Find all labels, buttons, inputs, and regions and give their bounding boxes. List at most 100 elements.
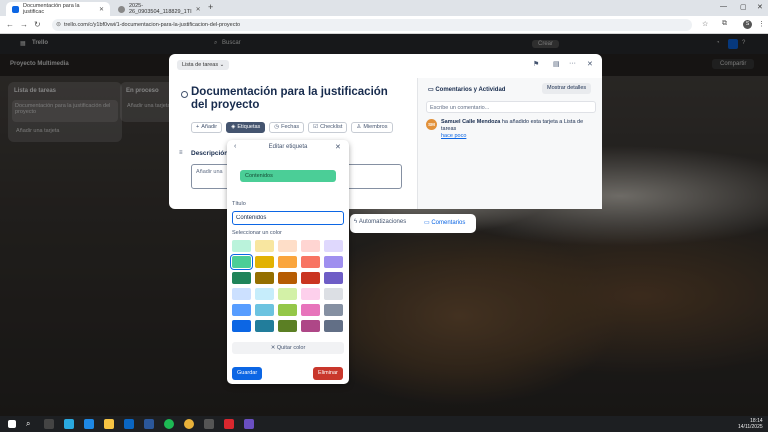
app-icon[interactable] bbox=[244, 419, 254, 429]
comments-button[interactable]: ▭ Comentarios bbox=[424, 219, 465, 226]
reload-icon[interactable]: ↻ bbox=[34, 20, 41, 29]
avatar[interactable]: SM bbox=[426, 119, 437, 130]
color-swatch[interactable] bbox=[255, 256, 274, 268]
add-button[interactable]: + Añadir bbox=[191, 122, 223, 133]
activity-timestamp[interactable]: hace poco bbox=[441, 133, 466, 139]
tag-icon: ◈ bbox=[231, 124, 236, 130]
activity-title: Comentarios y Actividad bbox=[435, 87, 506, 93]
labels-label: Etiquetas bbox=[237, 124, 261, 130]
color-swatch[interactable] bbox=[232, 240, 251, 252]
color-swatch[interactable] bbox=[301, 320, 320, 332]
color-swatch[interactable] bbox=[278, 256, 297, 268]
close-icon[interactable]: ✕ bbox=[335, 143, 341, 151]
color-swatch[interactable] bbox=[255, 272, 274, 284]
color-swatch[interactable] bbox=[255, 320, 274, 332]
site-info-icon[interactable]: ⊜ bbox=[56, 19, 61, 31]
archive-icon[interactable]: ▤ bbox=[553, 60, 560, 68]
color-swatch[interactable] bbox=[301, 256, 320, 268]
start-icon[interactable] bbox=[8, 420, 16, 428]
new-tab-icon[interactable]: + bbox=[208, 2, 213, 12]
color-swatch[interactable] bbox=[278, 272, 297, 284]
browser-tab-bar: Documentación para la justificac ✕ 2025-… bbox=[0, 0, 768, 16]
comment-placeholder: Escribe un comentario... bbox=[430, 105, 490, 111]
chrome-icon[interactable] bbox=[184, 419, 194, 429]
color-swatch[interactable] bbox=[232, 320, 251, 332]
delete-button[interactable]: Eliminar bbox=[313, 367, 343, 380]
color-swatch[interactable] bbox=[301, 240, 320, 252]
color-swatch[interactable] bbox=[230, 254, 253, 270]
spotify-icon[interactable] bbox=[164, 419, 174, 429]
color-swatch[interactable] bbox=[278, 288, 297, 300]
clock-icon: ◷ bbox=[274, 124, 280, 130]
color-swatch[interactable] bbox=[324, 288, 343, 300]
teams-icon[interactable] bbox=[64, 419, 74, 429]
tab-document[interactable]: 2025-26_0903504_118829_1TI ✕ bbox=[112, 2, 206, 16]
color-swatch[interactable] bbox=[324, 304, 343, 316]
app-icon[interactable] bbox=[204, 419, 214, 429]
remove-color-button[interactable]: ✕ Quitar color bbox=[232, 342, 344, 354]
task-view-icon[interactable] bbox=[44, 419, 54, 429]
checklist-button[interactable]: ☑ Checklist bbox=[308, 122, 348, 133]
label-title-input[interactable] bbox=[232, 211, 344, 225]
word-icon[interactable] bbox=[144, 419, 154, 429]
menu-kebab-icon[interactable]: ⋮ bbox=[758, 20, 765, 28]
color-swatch[interactable] bbox=[278, 304, 297, 316]
dates-button[interactable]: ◷ Fechas bbox=[269, 122, 305, 133]
store-icon[interactable] bbox=[124, 419, 134, 429]
color-swatch[interactable] bbox=[324, 272, 343, 284]
color-swatch[interactable] bbox=[232, 288, 251, 300]
label-preview: Contenidos bbox=[240, 170, 336, 182]
remove-color-label: Quitar color bbox=[276, 345, 306, 351]
show-details-button[interactable]: Mostrar detalles bbox=[542, 83, 592, 94]
minimize-icon[interactable]: — bbox=[720, 3, 727, 10]
color-swatch[interactable] bbox=[324, 320, 343, 332]
cover-icon[interactable]: ⚑ bbox=[533, 60, 539, 68]
description-placeholder: Añadir una bbox=[196, 169, 223, 175]
back-icon[interactable]: ← bbox=[6, 20, 14, 29]
edge-icon[interactable] bbox=[84, 419, 94, 429]
close-tab-icon[interactable]: ✕ bbox=[196, 6, 201, 13]
color-swatch[interactable] bbox=[324, 240, 343, 252]
color-swatch[interactable] bbox=[255, 304, 274, 316]
members-button[interactable]: ♙ Miembros bbox=[351, 122, 393, 133]
color-swatch[interactable] bbox=[301, 304, 320, 316]
more-options-icon[interactable]: ··· bbox=[569, 60, 576, 67]
color-swatch[interactable] bbox=[301, 272, 320, 284]
comment-input[interactable]: Escribe un comentario... bbox=[426, 101, 596, 113]
color-swatch[interactable] bbox=[324, 256, 343, 268]
acrobat-icon[interactable] bbox=[224, 419, 234, 429]
labels-button[interactable]: ◈ Etiquetas bbox=[226, 122, 266, 133]
color-swatch[interactable] bbox=[278, 240, 297, 252]
search-icon[interactable]: ⌕ bbox=[26, 419, 36, 429]
maximize-icon[interactable]: ▢ bbox=[740, 3, 747, 11]
color-swatch[interactable] bbox=[232, 272, 251, 284]
forward-icon[interactable]: → bbox=[20, 20, 28, 29]
tab-title: 2025-26_0903504_118829_1TI bbox=[129, 3, 192, 15]
system-clock[interactable]: 18:14 14/11/2025 bbox=[738, 418, 763, 430]
color-swatch[interactable] bbox=[232, 304, 251, 316]
document-favicon-icon bbox=[118, 5, 125, 13]
card-floating-bar: ϟ Automatizaciones ▭ Comentarios bbox=[350, 214, 476, 233]
person-icon: ♙ bbox=[356, 124, 362, 130]
bookmark-star-icon[interactable]: ☆ bbox=[702, 20, 708, 28]
tab-trello[interactable]: Documentación para la justificac ✕ bbox=[6, 2, 110, 16]
close-tab-icon[interactable]: ✕ bbox=[99, 6, 104, 13]
save-button[interactable]: Guardar bbox=[232, 367, 263, 380]
url-field[interactable]: ⊜ trello.com/c/y1bf0vwi/1-documentacion-… bbox=[52, 19, 692, 31]
color-swatch[interactable] bbox=[278, 320, 297, 332]
complete-checkbox[interactable] bbox=[181, 91, 188, 98]
color-swatch[interactable] bbox=[301, 288, 320, 300]
list-selector[interactable]: Lista de tareas ⌄ bbox=[177, 60, 230, 70]
close-icon[interactable]: ✕ bbox=[587, 60, 593, 68]
card-title[interactable]: Documentación para la justificación del … bbox=[191, 86, 401, 112]
file-explorer-icon[interactable] bbox=[104, 419, 114, 429]
profile-avatar[interactable]: S bbox=[743, 20, 752, 29]
color-swatch[interactable] bbox=[255, 240, 274, 252]
color-swatch[interactable] bbox=[255, 288, 274, 300]
url-text: trello.com/c/y1bf0vwi/1-documentacion-pa… bbox=[64, 22, 241, 28]
extensions-icon[interactable]: ⧉ bbox=[722, 20, 727, 28]
activity-user[interactable]: Samuel Calle Mendoza bbox=[441, 119, 500, 125]
automations-button[interactable]: ϟ Automatizaciones bbox=[354, 219, 406, 225]
tab-title: Documentación para la justificac bbox=[23, 3, 80, 15]
close-window-icon[interactable]: ✕ bbox=[757, 3, 763, 11]
